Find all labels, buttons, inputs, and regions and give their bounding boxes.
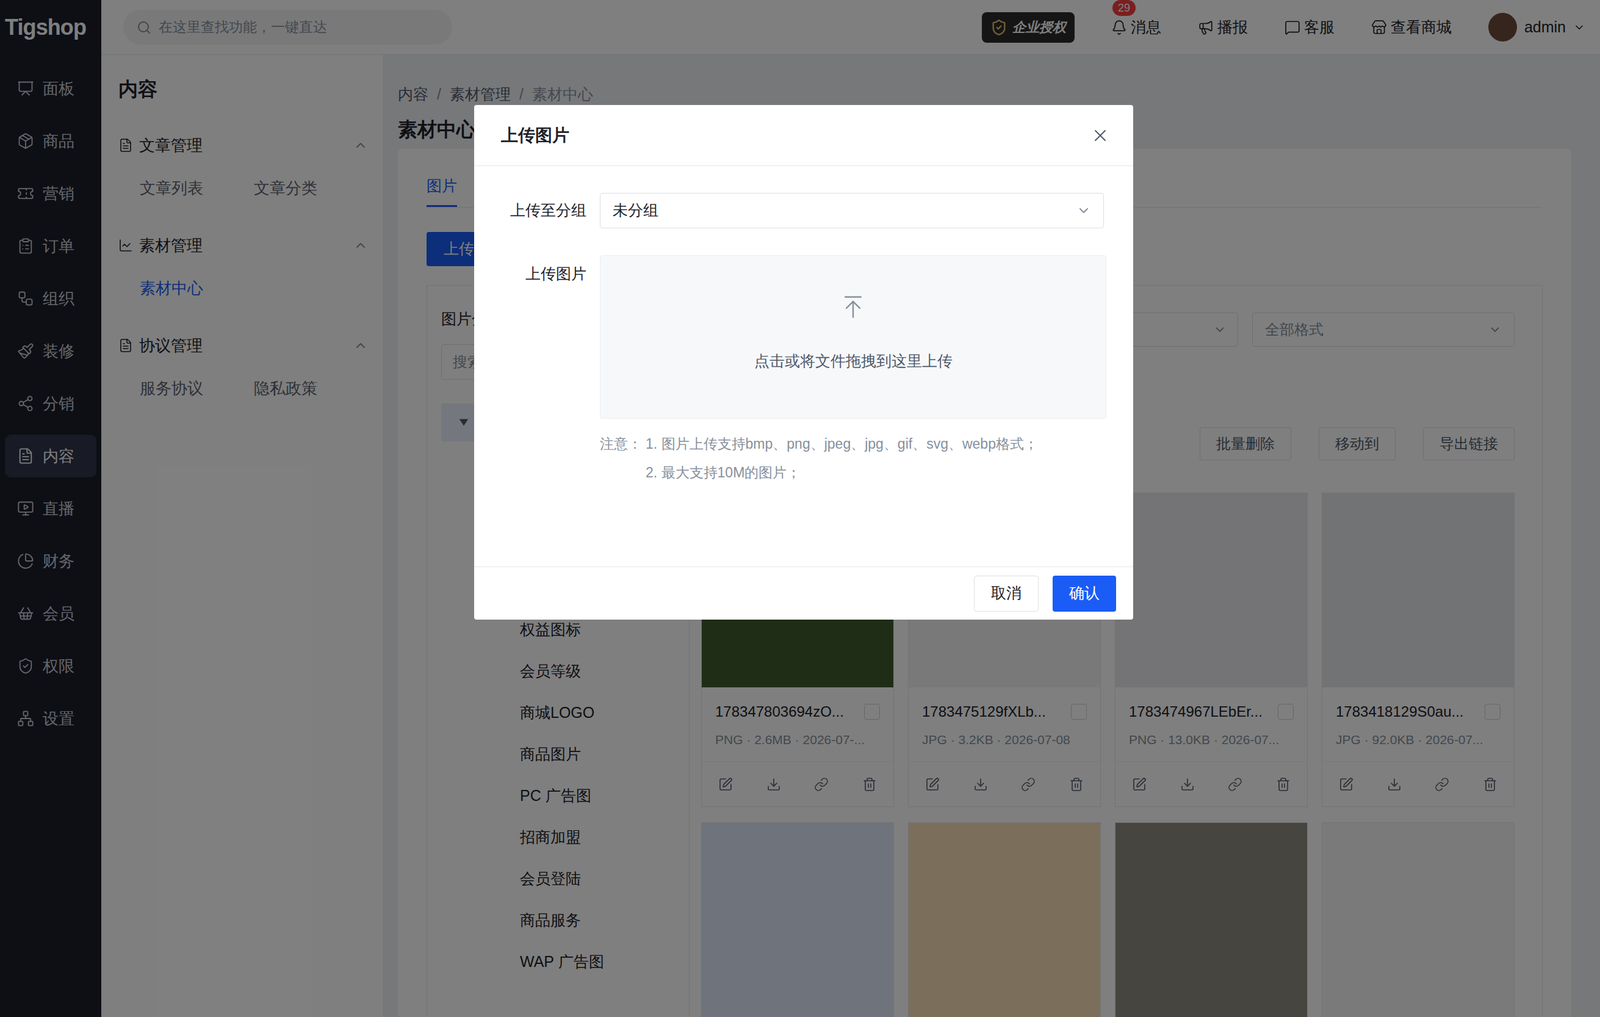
upload-notes: 注意：1. 图片上传支持bmp、png、jpeg、jpg、gif、svg、web… — [599, 433, 1134, 483]
upload-dialog: 上传图片上传至分组未分组上传图片点击或将文件拖拽到这里上传注意：1. 图片上传支… — [474, 104, 1134, 620]
chevron-down-icon — [1076, 203, 1092, 218]
cancel-button[interactable]: 取消 — [973, 575, 1039, 612]
dialog-header: 上传图片 — [474, 104, 1134, 166]
upload-icon — [839, 293, 867, 321]
dialog-title: 上传图片 — [500, 122, 570, 149]
close-icon[interactable] — [1090, 125, 1110, 146]
confirm-button[interactable]: 确认 — [1052, 575, 1117, 612]
app: Tigshop面板商品营销订单组织装修分销内容直播财务会员权限设置在这里查找功能… — [0, 0, 1600, 1017]
field-label: 上传图片 — [474, 255, 587, 286]
field-label: 上传至分组 — [474, 198, 587, 223]
dialog-footer: 取消确认 — [474, 566, 1134, 620]
group-select[interactable]: 未分组 — [599, 192, 1104, 229]
dropzone[interactable]: 点击或将文件拖拽到这里上传 — [599, 255, 1107, 419]
